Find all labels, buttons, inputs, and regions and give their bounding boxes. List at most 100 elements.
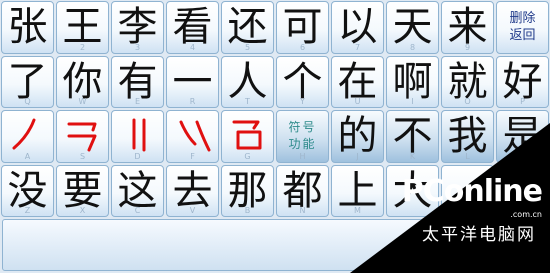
- key-3-6[interactable]: 上M: [331, 164, 384, 217]
- key-hint: N: [299, 206, 306, 215]
- key-char: 张: [7, 4, 48, 51]
- key-char: 啊: [392, 58, 433, 105]
- key-hint: 8: [409, 42, 416, 52]
- key-hint: O: [464, 97, 471, 106]
- key-0-3[interactable]: 看4: [166, 1, 219, 54]
- key-char: 王: [62, 4, 103, 51]
- key-0-8[interactable]: 来9: [441, 1, 494, 54]
- key-hint: U: [354, 97, 361, 106]
- key-char: 李: [117, 4, 158, 51]
- watermark-brand: PConline: [401, 174, 543, 209]
- key-char: 好: [502, 58, 543, 105]
- key-hint: C: [134, 206, 141, 215]
- key-0-1[interactable]: 王2: [56, 1, 109, 54]
- key-hint: 7: [354, 42, 361, 52]
- key-hint: F: [190, 151, 195, 161]
- key-hint: X: [79, 206, 86, 215]
- key-1-0[interactable]: 了Q: [1, 55, 54, 108]
- key-hint: B: [244, 206, 251, 215]
- key-hint: G: [244, 151, 251, 161]
- key-hint: M: [354, 206, 361, 215]
- key-hint: D: [134, 151, 141, 161]
- key-1-5[interactable]: 个Y: [276, 55, 329, 108]
- watermark-domain: .com.cn: [510, 210, 542, 219]
- key-hint: R: [189, 97, 196, 106]
- key-1-3[interactable]: 一R: [166, 55, 219, 108]
- key-char: 来: [447, 4, 488, 51]
- key-0-0[interactable]: 张: [1, 1, 54, 54]
- key-3-1[interactable]: 要X: [56, 164, 109, 217]
- stroke-key-pie[interactable]: A: [1, 110, 54, 163]
- key-char: 你: [62, 58, 103, 105]
- key-char: 个: [282, 58, 323, 105]
- key-hint: S: [79, 151, 86, 161]
- key-3-3[interactable]: 去V: [166, 164, 219, 217]
- key-0-5[interactable]: 可6: [276, 1, 329, 54]
- key-0-2[interactable]: 李3: [111, 1, 164, 54]
- key-char: 这: [117, 167, 158, 214]
- key-char: 还: [227, 4, 268, 51]
- stroke-key-hengzhe[interactable]: S: [56, 110, 109, 163]
- key-char: 要: [62, 167, 103, 214]
- key-hint: 6: [299, 42, 306, 52]
- key-hint: P: [520, 97, 525, 106]
- key-char: 上: [337, 167, 378, 214]
- key-0-7[interactable]: 天8: [386, 1, 439, 54]
- key-2-6[interactable]: 的J: [331, 110, 384, 163]
- key-hint: 5: [244, 42, 251, 52]
- key-1-2[interactable]: 有E: [111, 55, 164, 108]
- key-hint: W: [78, 97, 87, 106]
- key-1-6[interactable]: 在U: [331, 55, 384, 108]
- stroke-key-dian[interactable]: F: [166, 110, 219, 163]
- key-hint: L: [465, 151, 470, 161]
- key-char: 那: [227, 167, 268, 214]
- watermark-cn: 太平洋电脑网: [422, 225, 536, 245]
- stroke-key-shu[interactable]: D: [111, 110, 164, 163]
- key-2-8[interactable]: 我L: [441, 110, 494, 163]
- key-1-9[interactable]: 好P: [496, 55, 549, 108]
- label-line: 删除: [509, 11, 536, 27]
- key-char: 就: [447, 58, 488, 105]
- key-char: 没: [7, 167, 48, 214]
- key-hint: A: [24, 151, 31, 161]
- key-hint: E: [134, 97, 141, 106]
- key-char: 的: [337, 113, 378, 160]
- key-1-8[interactable]: 就O: [441, 55, 494, 108]
- key-char: 都: [282, 167, 323, 214]
- label-line: 符号: [288, 120, 317, 135]
- key-1-7[interactable]: 啊I: [386, 55, 439, 108]
- key-hint: T: [245, 97, 250, 106]
- key-hint: V: [189, 206, 196, 215]
- key-1-1[interactable]: 你W: [56, 55, 109, 108]
- key-hint: Z: [24, 206, 31, 215]
- stroke-key-zhe[interactable]: G: [221, 110, 274, 163]
- key-char: 一: [172, 58, 213, 105]
- key-char: 有: [117, 58, 158, 105]
- key-hint: K: [409, 151, 416, 161]
- delete-return-label: 删除 返回: [509, 10, 535, 44]
- key-3-0[interactable]: 没Z: [1, 164, 54, 217]
- key-0-6[interactable]: 以7: [331, 1, 384, 54]
- key-hint: Y: [300, 97, 305, 106]
- key-0-4[interactable]: 还5: [221, 1, 274, 54]
- key-char: 可: [282, 4, 323, 51]
- key-char: 去: [172, 167, 213, 214]
- key-hint: I: [411, 97, 414, 106]
- key-char: 我: [447, 113, 488, 160]
- delete-return-button[interactable]: 删除 返回: [496, 1, 549, 54]
- label-line: 返回: [509, 28, 536, 44]
- key-3-5[interactable]: 都N: [276, 164, 329, 217]
- key-char: 了: [7, 58, 48, 105]
- key-hint: 4: [189, 42, 196, 52]
- key-hint: Q: [24, 97, 31, 106]
- key-3-2[interactable]: 这C: [111, 164, 164, 217]
- key-2-7[interactable]: 不K: [386, 110, 439, 163]
- key-char: 以: [337, 4, 378, 51]
- symbol-function-label: 符号 功能: [288, 119, 316, 153]
- key-hint: 3: [134, 42, 141, 52]
- symbol-function-button[interactable]: 符号 功能 H: [276, 110, 329, 163]
- key-char: 天: [392, 4, 433, 51]
- key-1-4[interactable]: 人T: [221, 55, 274, 108]
- key-3-4[interactable]: 那B: [221, 164, 274, 217]
- key-hint: 9: [464, 42, 471, 52]
